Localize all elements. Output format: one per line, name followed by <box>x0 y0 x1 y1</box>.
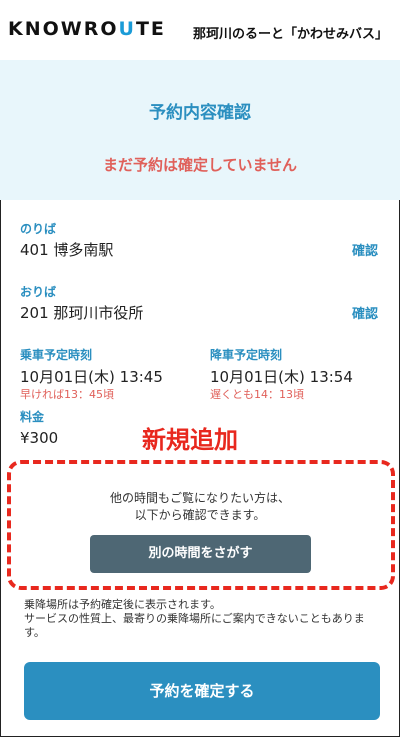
knowroute-logo: KNOWROUTE <box>8 18 166 40</box>
pickup-check-link[interactable]: 確認 <box>352 240 378 259</box>
search-other-time-button[interactable]: 別の時間をさがす <box>90 535 311 573</box>
info-line-1: 乗降場所は予約確定後に表示されます。 <box>24 598 221 611</box>
new-addition-annotation: 新規追加 <box>142 426 238 454</box>
pickup-info-text: 乗降場所は予約確定後に表示されます。 サービスの性質上、最寄りの乗降場所にご案内… <box>24 598 384 640</box>
info-line-2: サービスの性質上、最寄りの乗降場所にご案内できないこともあります。 <box>24 612 365 639</box>
alternative-line-1: 他の時間もご覧になりたい方は、 <box>109 491 290 505</box>
service-name: 那珂川のるーと「かわせみバス」 <box>192 27 388 42</box>
pickup-value: 401 博多南駅 <box>20 241 114 259</box>
boarding-time-value: 10月01日(木) 13:45 <box>20 368 163 386</box>
alighting-time-note: 遅くとも14：13頃 <box>210 388 304 401</box>
confirm-reservation-button[interactable]: 予約を確定する <box>24 662 380 720</box>
not-confirmed-warning: まだ予約は確定していません <box>102 156 298 174</box>
boarding-time-label: 乗車予定時刻 <box>20 348 93 362</box>
app-header: KNOWROUTE 那珂川のるーと「かわせみバス」 <box>0 0 400 60</box>
dropoff-value: 201 那珂川市役所 <box>20 304 144 322</box>
confirm-panel <box>0 60 400 200</box>
alternative-time-text: 他の時間もご覧になりたい方は、 以下から確認できます。 <box>0 490 400 524</box>
dropoff-label: おりば <box>20 285 57 299</box>
alternative-line-2: 以下から確認できます。 <box>134 508 266 522</box>
pickup-label: のりば <box>20 222 57 236</box>
boarding-time-note: 早ければ13：45頃 <box>20 388 114 401</box>
fare-value: ¥300 <box>20 429 59 447</box>
fare-label: 料金 <box>20 410 45 424</box>
page-title: 予約内容確認 <box>149 103 251 123</box>
alighting-time-value: 10月01日(木) 13:54 <box>210 368 353 386</box>
alighting-time-label: 降車予定時刻 <box>210 348 283 362</box>
dropoff-check-link[interactable]: 確認 <box>352 303 378 322</box>
